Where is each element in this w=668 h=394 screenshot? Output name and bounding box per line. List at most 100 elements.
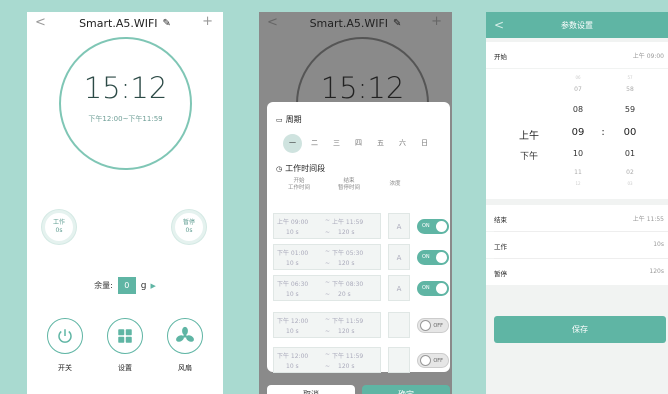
hour-option[interactable]: 08 <box>568 105 588 114</box>
ampm-am[interactable]: 上午 <box>518 127 540 142</box>
minute-option[interactable]: 59 <box>620 105 640 114</box>
power-button[interactable] <box>47 318 83 354</box>
add-icon[interactable]: + <box>431 14 442 29</box>
remain-value[interactable]: 0 <box>117 277 136 294</box>
period-work: 10 s <box>286 291 299 298</box>
hour-option[interactable]: 06 <box>568 75 588 80</box>
day-fri[interactable]: 五 <box>371 134 390 153</box>
period-toggle[interactable]: OFF <box>417 318 449 333</box>
period-work: 10 s <box>286 328 299 335</box>
ampm-pm[interactable]: 下午 <box>518 149 540 162</box>
concentration-box[interactable]: A <box>388 213 410 239</box>
edit-icon[interactable]: ✎ <box>393 18 401 29</box>
clock-ring: 15:12 下午12:00~下午11:59 <box>59 37 192 170</box>
period-time-box[interactable]: 下午 12:00 ~ 下午 11:59 10 s ~120 s <box>273 347 381 373</box>
period-work: 10 s <box>286 229 299 236</box>
period-row[interactable]: 下午 06:30 ~ 下午 08:30 10 s ~20 s A ON <box>273 275 449 301</box>
back-icon[interactable]: < <box>35 15 46 30</box>
save-button[interactable]: 保存 <box>494 316 666 343</box>
back-icon[interactable]: < <box>267 15 278 30</box>
period-toggle[interactable]: ON <box>417 219 449 234</box>
cancel-button[interactable]: 取消 <box>267 385 355 394</box>
period-row[interactable]: 上午 09:00 ~ 上午 11:59 10 s ~120 s A ON <box>273 213 449 239</box>
start-value: 上午 09:00 <box>632 53 664 60</box>
period-tilde: ~ <box>325 363 331 370</box>
parameter-screen: < 参数设置 开始 上午 09:00 上午 下午 06 07 08 09 10 … <box>486 12 668 394</box>
dialog-actions: 取消 确定 <box>267 385 450 394</box>
hour-option[interactable]: 07 <box>568 86 588 93</box>
toggle-knob <box>436 221 447 232</box>
toggle-knob <box>420 355 431 366</box>
hour-option[interactable]: 12 <box>568 181 588 186</box>
col-start: 开始 工作时间 <box>287 178 310 191</box>
toggle-label: OFF <box>433 358 443 364</box>
day-wed[interactable]: 三 <box>327 134 346 153</box>
period-pause: 120 s <box>338 229 355 236</box>
concentration-box[interactable]: A <box>388 244 410 270</box>
work-label: 工作 <box>52 219 65 226</box>
time-colon: : <box>601 127 605 138</box>
minute-option[interactable]: 01 <box>620 149 640 158</box>
concentration-box[interactable] <box>388 347 410 373</box>
hour-selected[interactable]: 09 <box>568 127 588 138</box>
device-name: Smart.A5.WIFI <box>309 16 389 30</box>
work-label: 工作 <box>494 243 507 251</box>
minute-selected[interactable]: 00 <box>620 127 640 138</box>
period-row[interactable]: 下午 12:00 ~ 下午 11:59 10 s ~120 s OFF <box>273 347 449 373</box>
weekday-selector: 一 二 三 四 五 六 日 <box>283 134 437 153</box>
power-icon <box>58 329 72 343</box>
start-row[interactable]: 开始 上午 09:00 <box>486 42 668 68</box>
time-picker[interactable]: 上午 下午 06 07 08 09 10 11 12 : 57 58 59 00… <box>486 69 668 199</box>
period-toggle[interactable]: OFF <box>417 353 449 368</box>
period-time-box[interactable]: 下午 01:00 ~ 下午 05:30 10 s ~120 s <box>273 244 381 270</box>
minute-option[interactable]: 57 <box>620 75 640 80</box>
period-end: 下午 11:59 <box>332 353 364 360</box>
end-row[interactable]: 结束 上午 11:55 <box>486 205 668 231</box>
start-label: 开始 <box>494 53 507 61</box>
back-icon[interactable]: < <box>494 18 504 32</box>
hour-option[interactable]: 11 <box>568 169 588 176</box>
day-sun[interactable]: 日 <box>415 134 434 153</box>
period-work: 10 s <box>286 260 299 267</box>
toggle-knob <box>436 283 447 294</box>
clock-icon: ◷ <box>276 164 283 173</box>
period-toggle[interactable]: ON <box>417 281 449 296</box>
concentration-box[interactable] <box>388 312 410 338</box>
arrow-right-icon[interactable]: ▶ <box>151 282 156 290</box>
minute-option[interactable]: 03 <box>620 181 640 186</box>
concentration-box[interactable]: A <box>388 275 410 301</box>
period-start: 下午 12:00 <box>277 353 309 360</box>
period-time-box[interactable]: 上午 09:00 ~ 上午 11:59 10 s ~120 s <box>273 213 381 239</box>
day-sat[interactable]: 六 <box>393 134 412 153</box>
day-thu[interactable]: 四 <box>349 134 368 153</box>
day-mon[interactable]: 一 <box>283 134 302 153</box>
minute-option[interactable]: 02 <box>620 169 640 176</box>
day-tue[interactable]: 二 <box>305 134 324 153</box>
period-tilde: ~ <box>325 217 331 224</box>
pause-status[interactable]: 暂停 0s <box>172 210 206 244</box>
period-time-box[interactable]: 下午 12:00 ~ 下午 11:59 10 s ~120 s <box>273 312 381 338</box>
settings-button[interactable] <box>107 318 143 354</box>
time-range: 下午12:00~下午11:59 <box>88 115 163 123</box>
period-tilde: ~ <box>325 316 331 323</box>
minute-option[interactable]: 58 <box>620 86 640 93</box>
period-end: 下午 08:30 <box>332 281 364 288</box>
period-toggle[interactable]: ON <box>417 250 449 265</box>
work-row[interactable]: 工作 10s <box>486 232 668 258</box>
period-tilde: ~ <box>325 279 331 286</box>
period-row[interactable]: 下午 12:00 ~ 下午 11:59 10 s ~120 s OFF <box>273 312 449 338</box>
hour-option[interactable]: 10 <box>568 149 588 158</box>
period-time-box[interactable]: 下午 06:30 ~ 下午 08:30 10 s ~20 s <box>273 275 381 301</box>
work-status[interactable]: 工作 0s <box>42 210 76 244</box>
pause-row[interactable]: 暂停 120s <box>486 259 668 285</box>
period-title-text: 工作时间段 <box>285 164 326 173</box>
confirm-button[interactable]: 确定 <box>362 385 450 394</box>
period-end: 下午 11:59 <box>332 318 364 325</box>
edit-icon[interactable]: ✎ <box>163 18 171 29</box>
period-row[interactable]: 下午 01:00 ~ 下午 05:30 10 s ~120 s A ON <box>273 244 449 270</box>
period-pause: 120 s <box>338 363 355 370</box>
period-start: 上午 09:00 <box>277 219 309 226</box>
fan-button[interactable] <box>167 318 203 354</box>
add-icon[interactable]: + <box>202 14 213 29</box>
device-name: Smart.A5.WIFI <box>79 16 158 30</box>
